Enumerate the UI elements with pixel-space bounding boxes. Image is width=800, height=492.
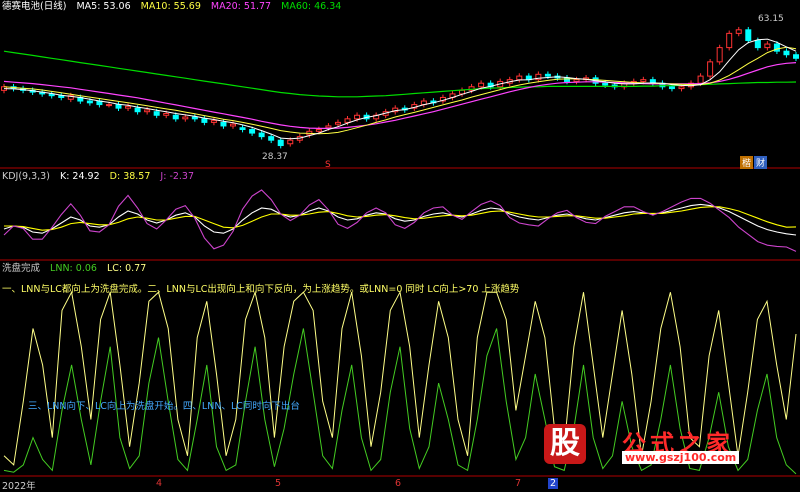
lnn-label: LNN: 0.06 [50, 263, 97, 274]
candle-body [678, 86, 685, 90]
ma10-label: MA10: 55.69 [140, 1, 201, 12]
sell-marker: S [325, 160, 331, 170]
candle-body [783, 50, 790, 56]
kdj-j-label: J: -2.37 [160, 171, 195, 182]
candle-body [191, 116, 198, 120]
candle-body [573, 79, 580, 82]
candle-body [544, 73, 551, 77]
candle-body [239, 127, 246, 131]
ma10-line [3, 46, 797, 135]
candle-body [153, 111, 160, 116]
wash-note-1: 一、LNN与LC都向上为洗盘完成。二、LNN与LC出现向上和向下反向，为上涨趋势… [2, 284, 520, 295]
ma60-line [3, 50, 797, 98]
x-tick-may: 5 [275, 478, 282, 489]
candle-body [716, 47, 723, 63]
x-tick-page[interactable]: 2 [548, 478, 559, 489]
candle-body [764, 43, 771, 49]
candle-body [125, 105, 132, 109]
ma5-label: MA5: 53.06 [76, 1, 131, 12]
candle-body [115, 104, 122, 109]
kdj-header: KDJ(9,3,3) K: 24.92 D: 38.57 J: -2.37 [2, 171, 201, 183]
wash-header: 洗盘完成 LNN: 0.06 LC: 0.77 [2, 263, 153, 275]
candle-body [105, 104, 112, 107]
candle-body [668, 86, 675, 90]
logo-site: www.gszj100.com [622, 451, 740, 464]
candle-body [697, 75, 704, 84]
candle-body [134, 107, 141, 113]
price-panel[interactable] [1, 26, 799, 149]
candle-body [640, 79, 647, 82]
candle-body [268, 136, 275, 141]
candle-body [182, 116, 189, 120]
candle-body [707, 61, 714, 77]
badge-kai[interactable]: 楷 [740, 156, 754, 169]
candle-body [258, 132, 265, 138]
candle-body [287, 139, 294, 145]
candle-body [220, 121, 227, 127]
kdj-d-label: D: 38.57 [109, 171, 151, 182]
candle-body [172, 114, 179, 120]
candle-body [726, 32, 733, 49]
low-price-label: 28.37 [262, 152, 288, 162]
candle-body [478, 82, 485, 88]
stock-chart-canvas[interactable] [0, 0, 800, 490]
ma5-line [3, 38, 797, 140]
ma60-label: MA60: 46.34 [281, 1, 342, 12]
wash-note-2: 三、LNN向下、LC向上为洗盘开始。四、LNN、LC同时向下出台 [28, 401, 300, 412]
badge-cai[interactable]: 财 [754, 156, 768, 169]
main-panel-header: 德赛电池(日线) MA5: 53.06 MA10: 55.69 MA20: 51… [2, 1, 348, 13]
candle-body [86, 100, 93, 104]
x-tick-jul: 7 [515, 478, 522, 489]
kdj-panel[interactable] [3, 189, 797, 252]
site-logo: 股 公式之家 www.gszj100.com [544, 424, 794, 466]
candle-body [754, 39, 761, 49]
candle-body [735, 29, 742, 34]
x-tick-apr: 4 [156, 478, 163, 489]
ma20-label: MA20: 51.77 [210, 1, 272, 12]
ma20-line [3, 62, 797, 129]
candle-body [602, 82, 609, 86]
candle-body [344, 118, 351, 123]
candle-body [249, 129, 256, 134]
candle-body [277, 139, 284, 147]
wash-title[interactable]: 洗盘完成 [2, 263, 40, 274]
candle-body [144, 109, 151, 113]
candle-body [745, 29, 752, 41]
high-price-label: 63.15 [758, 14, 784, 24]
lc-label: LC: 0.77 [106, 263, 147, 274]
candle-body [163, 112, 170, 116]
candle-body [315, 129, 322, 132]
logo-glyph: 股 [544, 424, 586, 464]
stock-title[interactable]: 德赛电池(日线) [2, 1, 66, 12]
kdj-title[interactable]: KDJ(9,3,3) [2, 171, 50, 182]
candle-body [354, 114, 361, 120]
candle-body [210, 120, 217, 123]
x-tick-jun: 6 [395, 478, 402, 489]
candle-body [793, 54, 799, 59]
kdj-k-line [3, 203, 797, 236]
candle-body [325, 125, 332, 129]
candle-body [334, 121, 341, 125]
candle-body [230, 123, 237, 127]
kdj-k-label: K: 24.92 [59, 171, 100, 182]
candle-body [201, 118, 208, 123]
candle-body [516, 75, 523, 81]
